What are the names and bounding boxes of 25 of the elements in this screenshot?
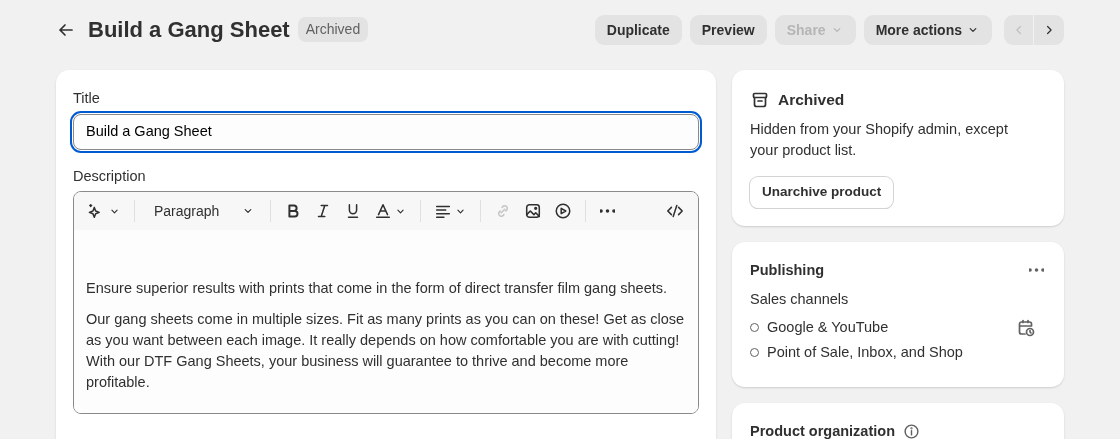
paragraph-text: Our gang sheets come in multiple sizes. Fit as many prints as you can on these! Get as close as you want between each image. It really depends on how comfortable you are with cutting! With our DTF Gang Sheets, your business will guarantee to thrive and become more profitable.	[86, 310, 685, 393]
title-input[interactable]: Build a Gang Sheet	[73, 113, 699, 150]
unarchive-button[interactable]: Unarchive product	[750, 177, 894, 208]
play-circle-icon	[554, 202, 573, 221]
card-title: Archived	[778, 90, 845, 110]
image-icon	[524, 202, 543, 221]
text-color-icon	[374, 202, 393, 221]
more-icon	[600, 209, 616, 214]
section-heading: Sales channels	[750, 290, 850, 310]
channel-name: Point of Sale, Inbox, and Shop	[767, 342, 964, 362]
info-icon	[903, 423, 920, 439]
paragraph-dropdown[interactable]: Paragraph	[144, 198, 262, 224]
channel-name: Google & YouTube	[767, 317, 890, 337]
field-label: Title	[73, 89, 101, 108]
paragraph-text: Ensure superior results with prints that come in the form of direct transfer film gang sheets.	[86, 279, 669, 299]
status-badge: Archived	[297, 17, 369, 43]
page-title: Build a Gang Sheet	[88, 16, 290, 44]
more-icon	[1029, 268, 1044, 273]
field-label: Description	[73, 166, 147, 186]
status-description: Hidden from your Shopify admin, except your product list.	[750, 120, 1009, 161]
card-title: Publishing	[750, 260, 825, 280]
action-button[interactable]: Preview	[689, 15, 767, 45]
action-button[interactable]: More actions	[863, 15, 992, 45]
card-title: Product organization	[750, 422, 895, 439]
action-button[interactable]: Duplicate	[594, 15, 682, 45]
